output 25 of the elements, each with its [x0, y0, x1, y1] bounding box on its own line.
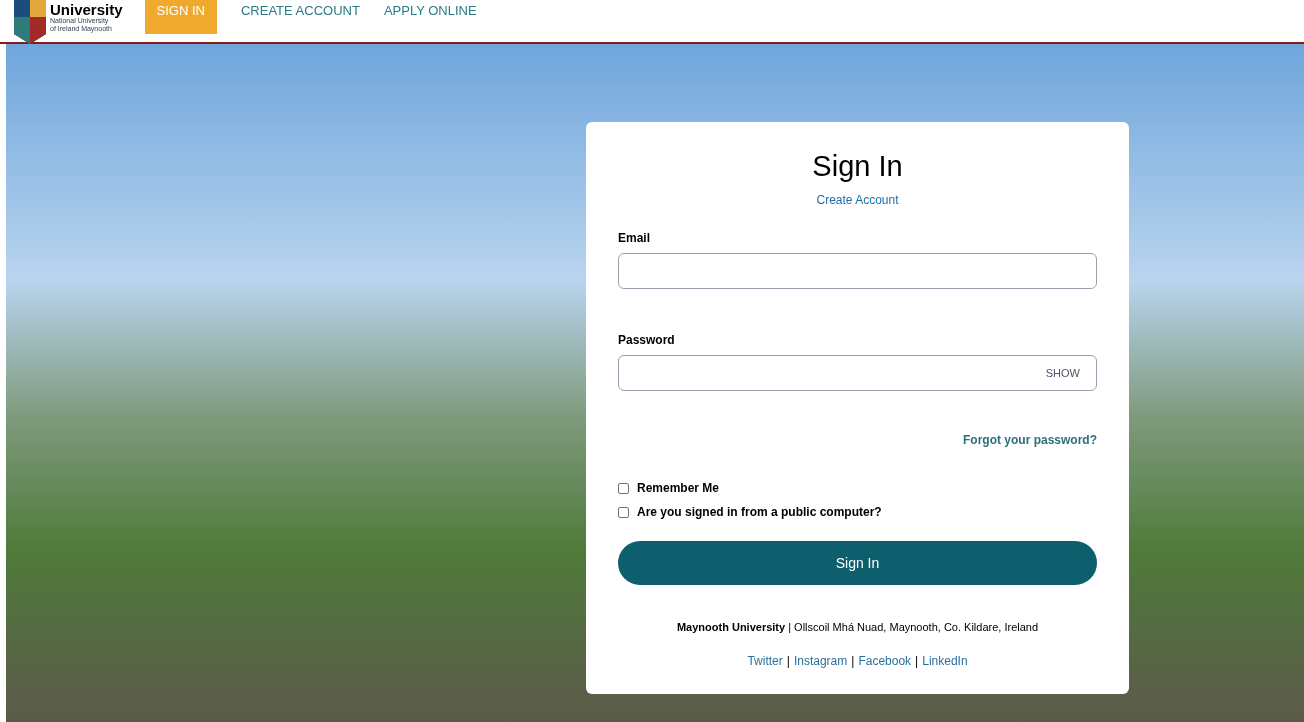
input-field[interactable] — [618, 253, 1097, 289]
checkbox-label: Remember Me — [637, 480, 720, 497]
show-password-button[interactable]: SHOW — [1045, 364, 1080, 382]
field-label: Password — [618, 332, 676, 349]
separator: | — [915, 652, 919, 670]
crest-logo-icon — [14, 0, 46, 44]
card-title: Sign In — [811, 152, 904, 181]
sign-in-button[interactable]: Sign In — [618, 541, 1097, 585]
nav-link[interactable]: APPLY ONLINE — [383, 0, 477, 21]
social-link[interactable]: LinkedIn — [922, 651, 968, 670]
forgot-password-link[interactable]: Forgot your password? — [963, 431, 1097, 449]
checkbox[interactable] — [618, 482, 629, 494]
separator: | — [786, 652, 790, 670]
logo-name: University — [50, 2, 123, 17]
input-field[interactable]: SHOW — [618, 355, 1097, 391]
address-text: Maynooth University | Ollscoil Mhá Nuad, Maynooth, Co. Kildare, Ireland — [675, 620, 1040, 635]
field-label: Email — [618, 230, 651, 247]
social-link[interactable]: Instagram — [793, 651, 848, 670]
create-account-link[interactable]: Create Account — [816, 191, 899, 209]
checkbox[interactable] — [618, 506, 629, 518]
social-link[interactable]: Facebook — [858, 651, 912, 670]
checkbox-label: Are you signed in from a public computer? — [637, 504, 882, 521]
separator: | — [851, 652, 855, 670]
nav-link[interactable]: CREATE ACCOUNT — [240, 0, 360, 21]
social-link[interactable]: Twitter — [747, 651, 783, 670]
